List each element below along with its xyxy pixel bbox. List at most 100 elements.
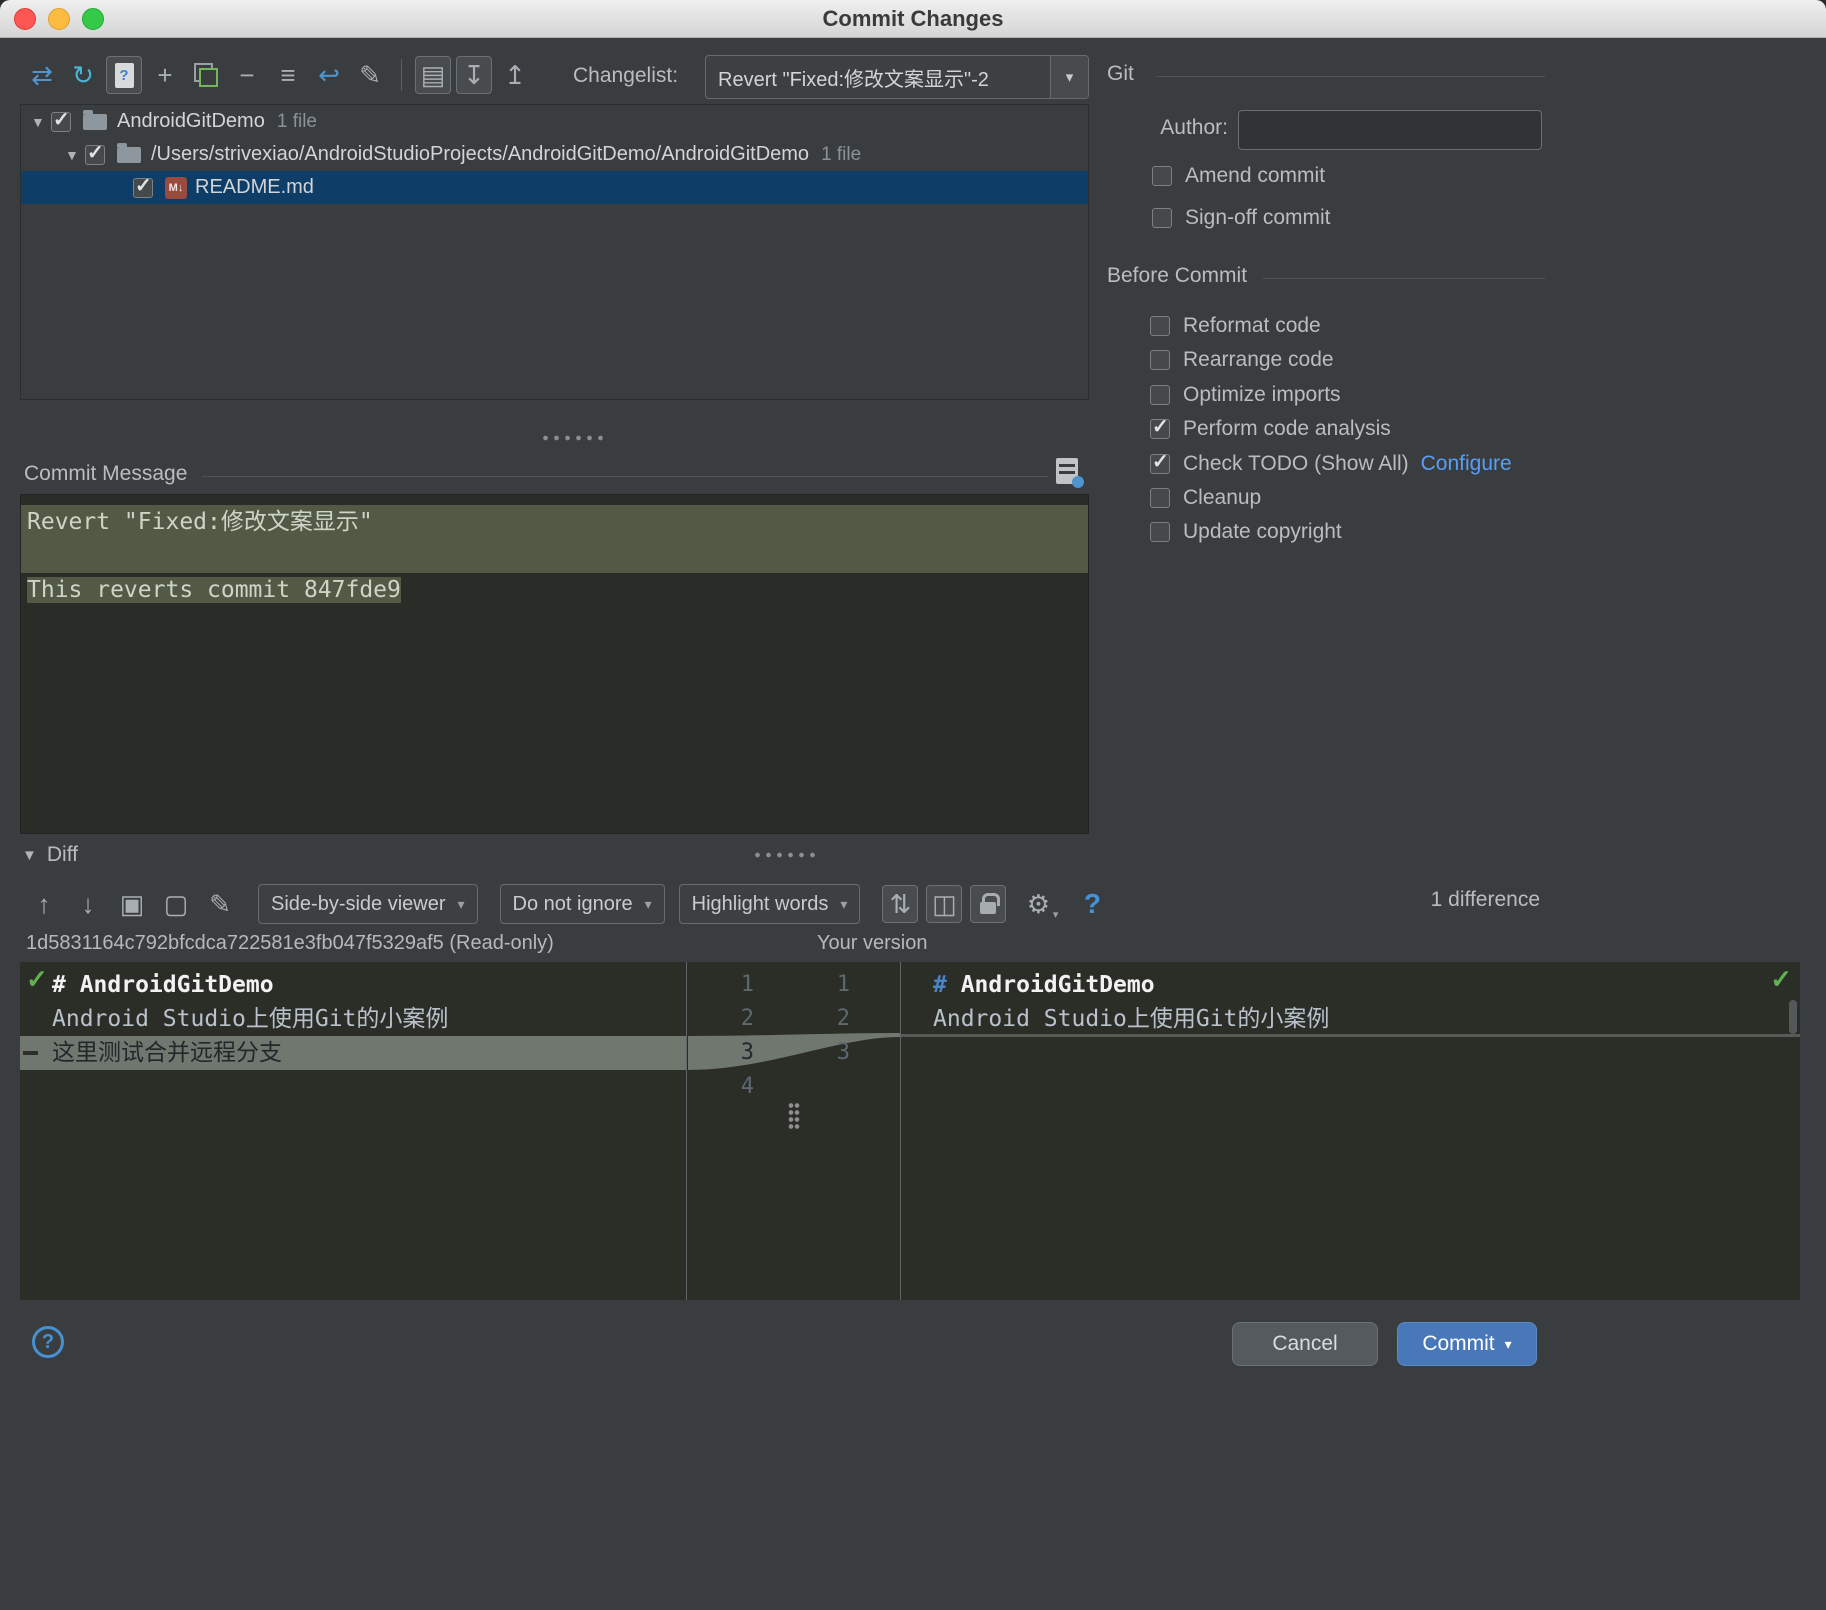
collapse-triangle-icon[interactable]: ▼ [22, 847, 37, 864]
update-copyright-row[interactable]: Update copyright [1150, 518, 1342, 546]
reformat-code-row[interactable]: Reformat code [1150, 312, 1321, 340]
optimize-imports-checkbox[interactable] [1150, 385, 1170, 405]
edit-source-icon[interactable]: ✎ [352, 56, 388, 94]
chevron-down-icon: ▾ [840, 895, 848, 912]
cleanup-row[interactable]: Cleanup [1150, 484, 1261, 512]
code-analysis-row[interactable]: Perform code analysis [1150, 414, 1391, 443]
message-history-icon[interactable] [1056, 458, 1084, 488]
optimize-imports-label: Optimize imports [1183, 383, 1341, 406]
sync-scroll-toggle[interactable]: ⇅ [882, 885, 919, 923]
before-commit-title: Before Commit [1107, 264, 1248, 287]
diff-left-revision-title: 1d5831164c792bfcdca722581e3fb047f5329af5… [26, 932, 554, 954]
difference-count: 1 difference [1430, 888, 1540, 911]
check-todo-row[interactable]: Check TODO (Show All) Configure [1150, 449, 1512, 478]
group-by-icon[interactable]: ≡ [270, 56, 306, 94]
commit-message-editor[interactable]: Revert "Fixed:修改文案显示" This reverts commi… [20, 494, 1089, 834]
diff-help-icon[interactable]: ? [1074, 885, 1110, 923]
diff-section-header[interactable]: ▼ Diff [22, 843, 78, 867]
viewer-type-select[interactable]: Side-by-side viewer ▾ [258, 884, 478, 924]
markdown-hash-token: # [933, 972, 947, 998]
changelist-value: Revert "Fixed:修改文案显示"-2 [718, 68, 989, 91]
scrollbar-thumb[interactable] [1789, 1000, 1797, 1034]
rearrange-code-checkbox[interactable] [1150, 350, 1170, 370]
chevron-down-icon: ▾ [1052, 909, 1059, 921]
folder-icon [83, 109, 107, 130]
amend-commit-checkbox[interactable] [1152, 166, 1172, 186]
code-analysis-checkbox[interactable] [1150, 414, 1170, 439]
deletion-position-marker [901, 1034, 1800, 1037]
whitespace-policy-select[interactable]: Do not ignore ▾ [499, 884, 665, 924]
collapse-all-icon[interactable]: ↥ [497, 56, 533, 94]
update-copyright-label: Update copyright [1183, 520, 1342, 543]
window-title: Commit Changes [822, 6, 1004, 31]
applied-check-icon: ✓ [1770, 964, 1792, 994]
tree-row-directory[interactable]: ▼ /Users/strivexiao/AndroidStudioProject… [21, 138, 1088, 171]
rollback-icon[interactable]: ↩ [311, 56, 347, 94]
tree-row-file[interactable]: M↓ README.md [21, 171, 1088, 204]
add-icon[interactable]: + [147, 56, 183, 94]
external-tool-icon[interactable]: ▢ [158, 885, 194, 923]
file-name-label: README.md [195, 176, 314, 198]
tree-row-module[interactable]: ▼ AndroidGitDemo 1 file [21, 105, 1088, 138]
left-line-number: 4 [740, 1074, 754, 1099]
read-only-lock-toggle[interactable] [970, 885, 1007, 923]
chevron-down-icon: ▾ [1504, 1335, 1512, 1352]
changelist-combobox[interactable]: Revert "Fixed:修改文案显示"-2 ▾ [705, 55, 1089, 99]
cancel-button[interactable]: Cancel [1232, 1322, 1378, 1366]
cleanup-checkbox[interactable] [1150, 488, 1170, 508]
next-difference-icon[interactable]: ↓ [70, 885, 106, 923]
disclosure-triangle-icon[interactable]: ▼ [31, 114, 51, 130]
signoff-commit-row[interactable]: Sign-off commit [1152, 204, 1331, 232]
details-toggle-icon[interactable]: ▤ [415, 56, 451, 94]
optimize-imports-row[interactable]: Optimize imports [1150, 381, 1341, 409]
applied-check-icon: ✓ [26, 964, 48, 994]
splitter-handle[interactable] [752, 851, 818, 859]
change-marker [23, 1051, 38, 1055]
section-rule [1263, 278, 1545, 279]
check-todo-label: Check TODO (Show All) [1183, 452, 1409, 475]
markdown-file-icon: M↓ [165, 176, 187, 199]
edit-file-icon[interactable]: ✎ [202, 885, 238, 923]
commit-message-line: This reverts commit 847fde9 [21, 573, 1088, 607]
document-question-icon: ? [114, 62, 134, 88]
configure-link[interactable]: Configure [1421, 452, 1512, 476]
reformat-code-checkbox[interactable] [1150, 316, 1170, 336]
reformat-code-label: Reformat code [1183, 314, 1321, 337]
highlight-mode-select[interactable]: Highlight words ▾ [678, 884, 861, 924]
changes-toolbar: ⇄ ↻ ? + − ≡ ↩ ✎ ▤ ↧ ↥ [24, 52, 533, 98]
move-to-changelist-icon[interactable] [188, 56, 224, 94]
commit-button-label: Commit [1422, 1332, 1495, 1355]
rearrange-code-row[interactable]: Rearrange code [1150, 346, 1334, 374]
expand-all-icon[interactable]: ↧ [456, 56, 492, 94]
open-in-editor-icon[interactable]: ▣ [114, 885, 150, 923]
diff-settings-icon[interactable]: ⚙ ▾ [1020, 885, 1059, 923]
module-checkbox[interactable] [51, 107, 71, 132]
remove-icon[interactable]: − [229, 56, 265, 94]
deleted-code-line: 这里测试合并远程分支 [20, 1036, 686, 1070]
update-copyright-checkbox[interactable] [1150, 522, 1170, 542]
show-diff-icon[interactable]: ⇄ [24, 56, 60, 94]
amend-commit-row[interactable]: Amend commit [1152, 162, 1325, 190]
directory-checkbox[interactable] [85, 140, 105, 165]
diff-left-pane[interactable]: ✓ # AndroidGitDemo Android Studio上使用Git的… [20, 962, 687, 1300]
signoff-commit-checkbox[interactable] [1152, 208, 1172, 228]
two-side-toggle[interactable]: ◫ [926, 885, 963, 923]
disclosure-triangle-icon[interactable]: ▼ [65, 147, 85, 163]
diff-gutter: 1 2 3 4 1 2 3 [688, 962, 900, 1300]
help-button[interactable]: ? [32, 1326, 64, 1358]
check-todo-checkbox[interactable] [1150, 449, 1170, 474]
file-checkbox[interactable] [133, 173, 153, 198]
markdown-title-token: AndroidGitDemo [946, 972, 1155, 998]
author-input[interactable] [1238, 110, 1542, 150]
preview-diff-toggle[interactable]: ? [106, 56, 142, 94]
refresh-icon[interactable]: ↻ [65, 56, 101, 94]
splitter-handle[interactable] [540, 434, 606, 442]
right-line-number: 1 [836, 972, 850, 997]
cleanup-label: Cleanup [1183, 486, 1262, 509]
left-line-number: 1 [740, 972, 754, 997]
chevron-down-icon[interactable]: ▾ [1050, 56, 1088, 98]
left-line-number: 3 [740, 1040, 754, 1065]
commit-button[interactable]: Commit ▾ [1397, 1322, 1537, 1366]
previous-difference-icon[interactable]: ↑ [26, 885, 62, 923]
diff-right-pane[interactable]: ✓ # AndroidGitDemo Android Studio上使用Git的… [900, 962, 1800, 1300]
